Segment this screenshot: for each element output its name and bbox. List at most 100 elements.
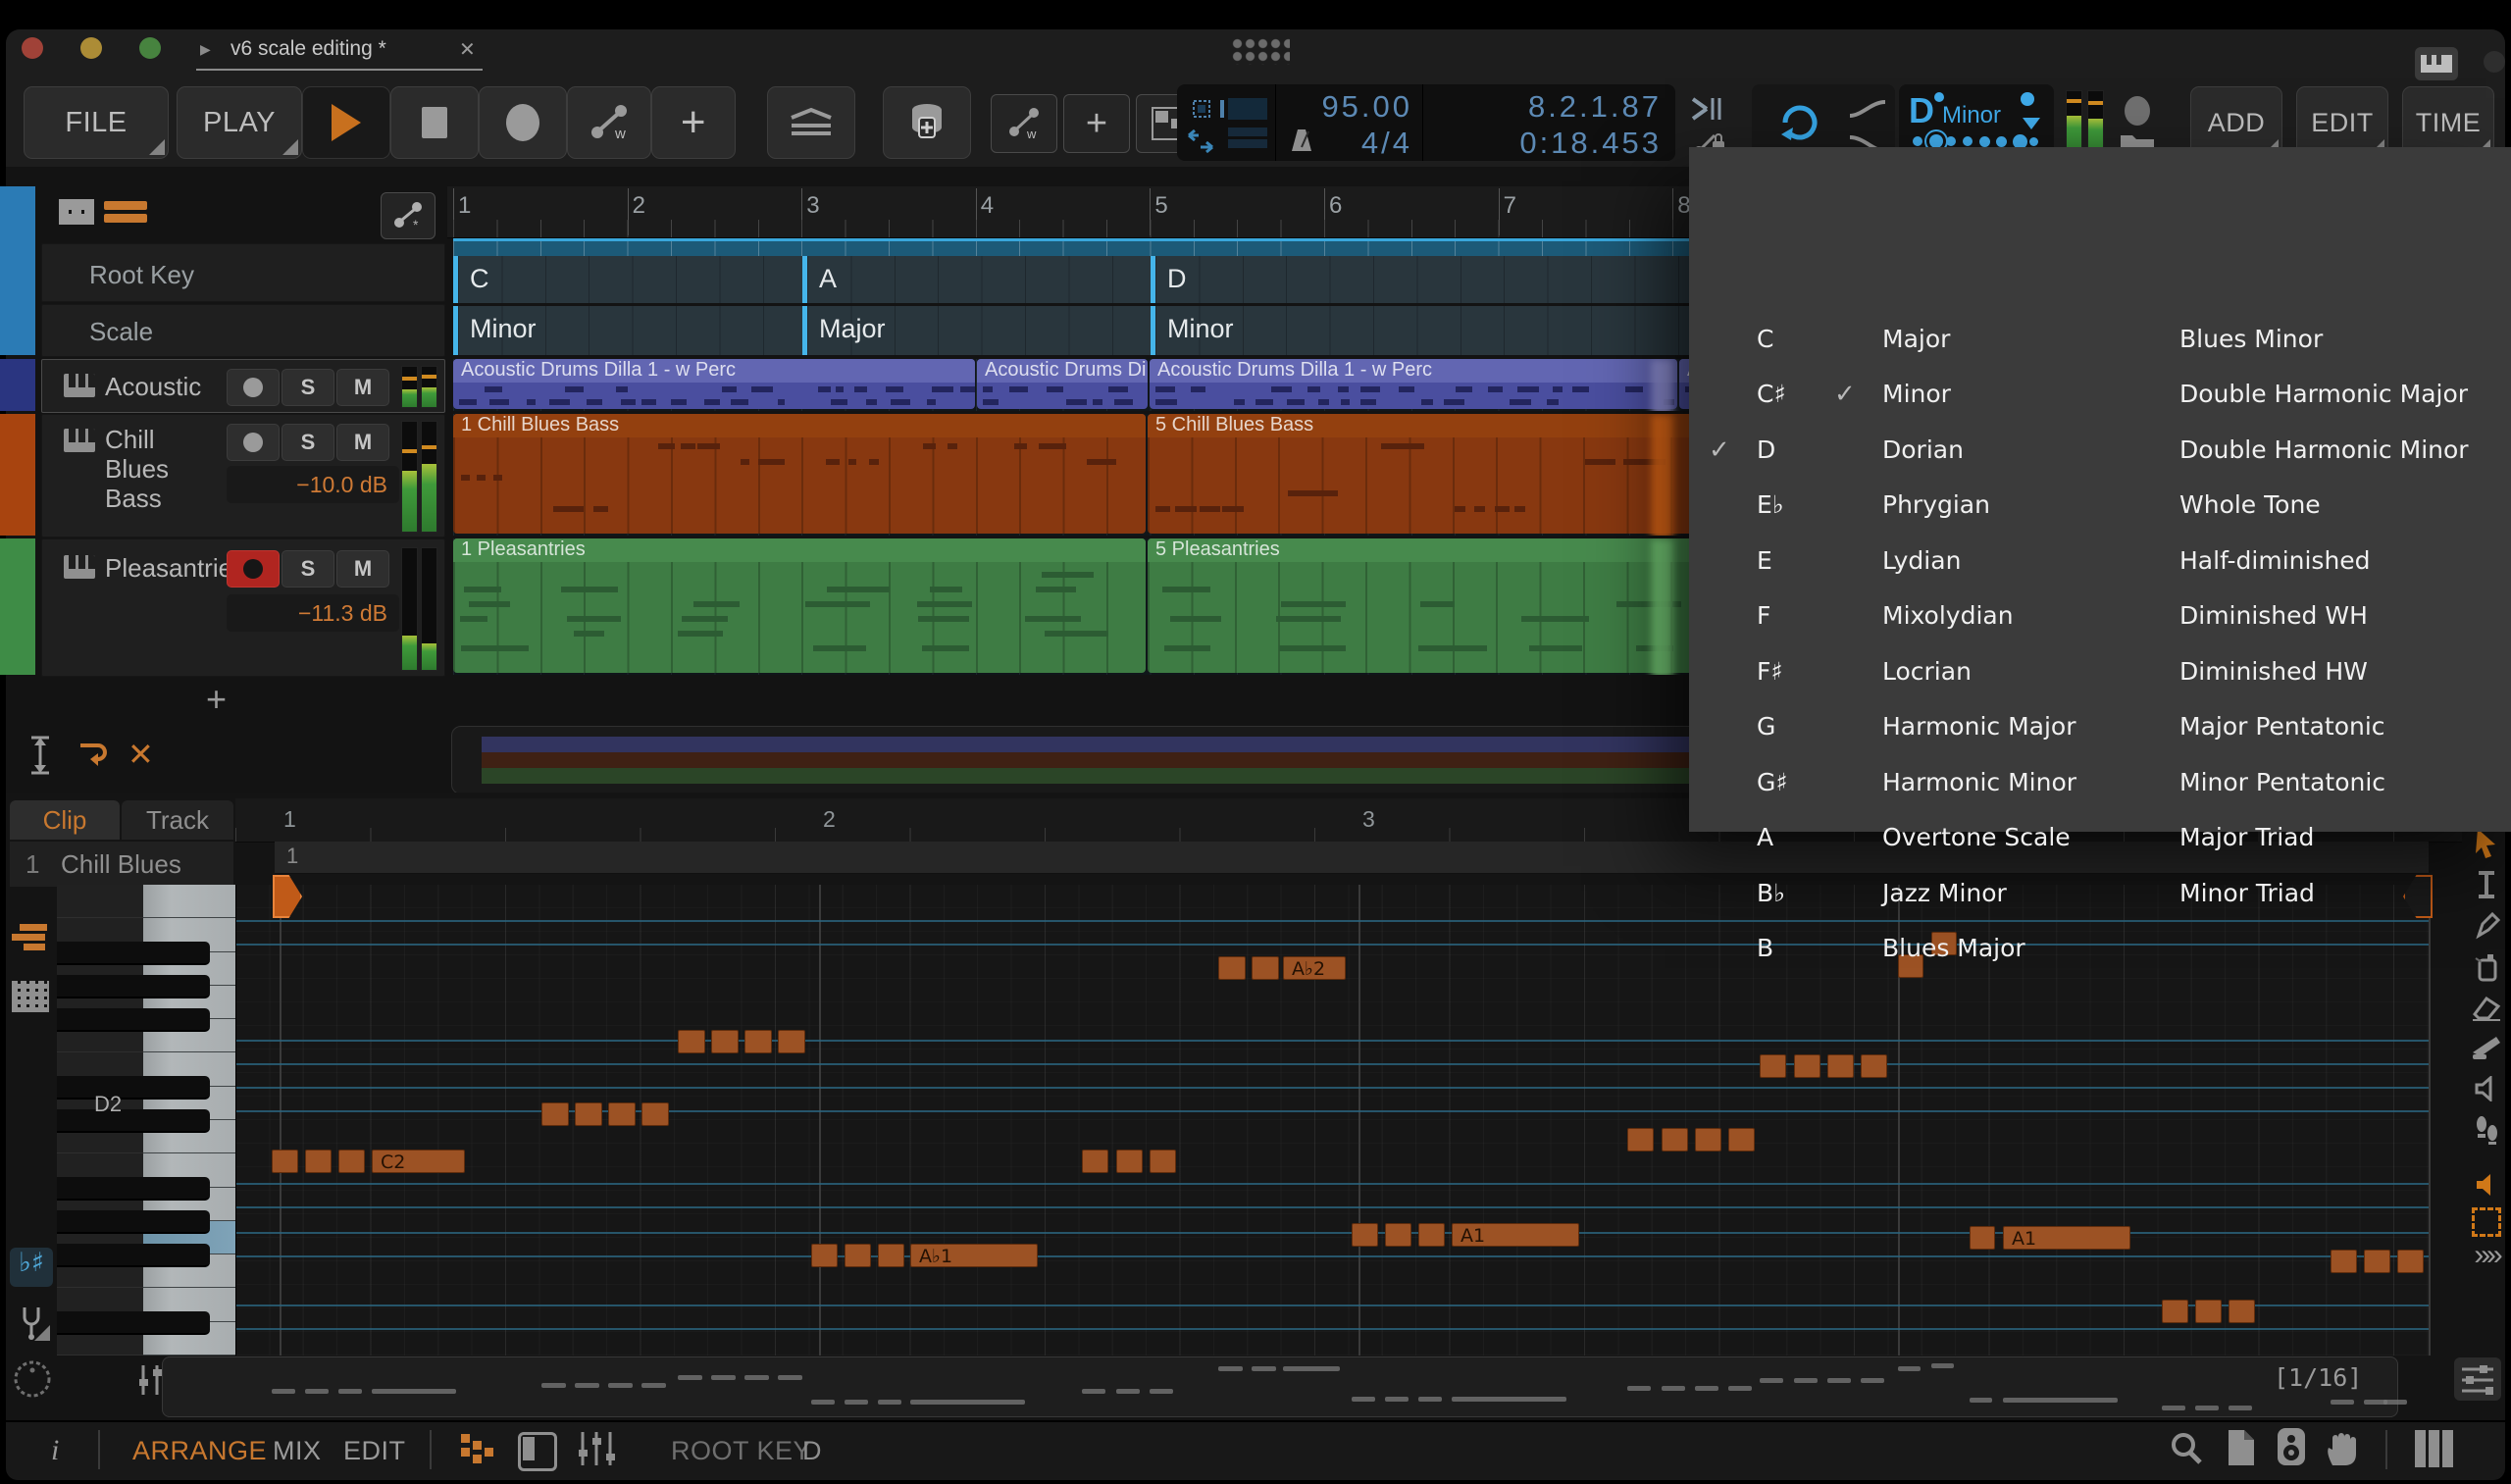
edit-view-button[interactable]: EDIT <box>343 1436 406 1466</box>
search-icon[interactable] <box>2168 1430 2205 1467</box>
tab-close-icon[interactable]: ✕ <box>459 37 476 62</box>
drum-grid-icon[interactable] <box>12 981 49 1012</box>
play-menu-button[interactable]: PLAY <box>177 86 302 159</box>
knife-tool-icon[interactable] <box>2464 1030 2509 1065</box>
scale-menu-scale-item[interactable]: Mixolydian <box>1832 588 2076 644</box>
mix-view-button[interactable]: MIX <box>273 1436 322 1466</box>
add-device-button[interactable]: + <box>651 86 736 159</box>
scale-menu-scale-item[interactable]: Minor Triad <box>2179 865 2469 921</box>
accidentals-toggle-icon[interactable]: ♭♯ <box>10 1248 53 1287</box>
mute-button[interactable]: M <box>336 369 389 406</box>
stop-button[interactable] <box>390 86 479 159</box>
automation-write-button[interactable]: w <box>567 86 651 159</box>
mute-button[interactable]: M <box>336 424 389 461</box>
spray-tool-icon[interactable] <box>2464 949 2509 985</box>
volume-field[interactable]: −10.0 dB <box>227 466 399 503</box>
scale-menu-key-item[interactable]: F <box>1707 588 1787 644</box>
solo-button[interactable]: S <box>282 424 334 461</box>
scale-menu-scale-item[interactable]: Overtone Scale <box>1832 810 2076 866</box>
volume-field[interactable]: −11.3 dB <box>227 594 399 632</box>
piano-keyboard-toggle-icon[interactable] <box>2415 1430 2458 1467</box>
audition-tool-icon[interactable] <box>2464 1071 2509 1106</box>
tab-clip[interactable]: Clip <box>10 800 120 840</box>
scale-menu-scale-item[interactable]: Lydian <box>1832 533 2076 588</box>
mixer-panel-toggle-icon[interactable] <box>575 1430 618 1467</box>
scale-menu-scale-item[interactable]: Dorian <box>1832 422 2076 478</box>
track-automation-button[interactable]: * <box>381 192 436 239</box>
scale-menu-scale-item[interactable]: Phrygian <box>1832 478 2076 534</box>
notes-view-icon[interactable] <box>12 922 51 955</box>
play-button[interactable] <box>302 86 390 159</box>
tempo-cell[interactable]: 95.00 4/4 <box>1276 84 1423 161</box>
editor-minimap[interactable] <box>162 1356 2398 1417</box>
scale-menu-scale-item[interactable]: Harmonic Major <box>1832 699 2076 755</box>
virtual-keyboard-icon[interactable] <box>2415 47 2458 80</box>
clip-launcher-toggle-icon[interactable] <box>461 1434 492 1463</box>
record-arm-button[interactable] <box>227 424 280 461</box>
record-arm-button[interactable] <box>227 550 280 588</box>
hand-tool-icon[interactable] <box>2323 1428 2362 1467</box>
clear-x-icon[interactable]: ✕ <box>128 736 154 773</box>
fade-in-icon[interactable] <box>1848 98 1887 120</box>
monitor-speaker-icon[interactable] <box>2274 1426 2309 1467</box>
add-track-toolbar-button[interactable]: + <box>1063 94 1130 153</box>
arrange-view-button[interactable]: ARRANGE <box>132 1436 267 1466</box>
scale-menu-scale-item[interactable]: Blues Major <box>1832 921 2076 977</box>
scale-menu-scale-item[interactable]: ✓Minor <box>1832 367 2076 423</box>
record-button[interactable] <box>479 86 567 159</box>
track-header-acoustic[interactable]: Acoustic S M <box>41 359 445 413</box>
scale-menu-scale-item[interactable]: Whole Tone <box>2179 478 2469 534</box>
device-panel-toggle-icon[interactable] <box>518 1432 557 1471</box>
scale-menu-scale-item[interactable]: Jazz Minor <box>1832 865 2076 921</box>
macos-close-button[interactable] <box>22 37 43 59</box>
scale-menu-scale-item[interactable]: Major Triad <box>2179 810 2469 866</box>
grid-view-icon[interactable] <box>59 199 94 225</box>
loop-toggle-icon[interactable] <box>1771 100 1828 145</box>
scale-menu-scale-item[interactable]: Minor Pentatonic <box>2179 754 2469 810</box>
browser-button[interactable] <box>883 86 971 159</box>
scale-menu-key-item[interactable]: ✓D <box>1707 422 1787 478</box>
eraser-tool-icon[interactable] <box>2464 991 2509 1026</box>
scale-menu-key-item[interactable]: E♭ <box>1707 478 1787 534</box>
scale-menu-scale-item[interactable]: Locrian <box>1832 643 2076 699</box>
scale-menu-scale-item[interactable]: Harmonic Minor <box>1832 754 2076 810</box>
tab-track[interactable]: Track <box>122 800 233 840</box>
add-track-button[interactable]: + <box>206 679 227 720</box>
position-cell[interactable]: 8.2.1.87 0:18.453 <box>1423 84 1675 161</box>
scale-menu-scale-item[interactable]: Double Harmonic Major <box>2179 367 2469 423</box>
list-view-icon[interactable] <box>104 201 147 223</box>
file-icon[interactable] <box>2225 1428 2258 1467</box>
layers-button[interactable] <box>767 86 855 159</box>
macos-minimize-button[interactable] <box>80 37 102 59</box>
scale-menu-key-item[interactable]: G <box>1707 699 1787 755</box>
info-icon[interactable]: i <box>51 1434 60 1467</box>
scale-menu-key-item[interactable]: C <box>1707 311 1787 367</box>
scale-menu-scale-item[interactable]: Major Pentatonic <box>2179 699 2469 755</box>
scale-menu-key-item[interactable]: B♭ <box>1707 865 1787 921</box>
expand-chevrons-icon[interactable]: »» <box>2464 1238 2509 1273</box>
scale-menu-scale-item[interactable]: Major <box>1832 311 2076 367</box>
scale-menu-scale-item[interactable]: Blues Minor <box>2179 311 2469 367</box>
scale-menu-scale-item[interactable]: Diminished WH <box>2179 588 2469 644</box>
project-tab-title[interactable]: v6 scale editing * <box>231 37 386 61</box>
pen-tool-icon[interactable] <box>2464 908 2509 944</box>
root-key-status-value[interactable]: D <box>802 1436 822 1466</box>
scale-track-header[interactable]: Scale <box>41 304 445 357</box>
solo-button[interactable]: S <box>282 550 334 588</box>
selection-frame-icon[interactable] <box>2464 1204 2509 1240</box>
track-height-icon[interactable] <box>27 736 53 775</box>
scale-menu-key-item[interactable]: C♯ <box>1707 367 1787 423</box>
mute-button[interactable]: M <box>336 550 389 588</box>
scale-menu-scale-item[interactable]: Double Harmonic Minor <box>2179 422 2469 478</box>
audible-toggle-icon[interactable] <box>2464 1167 2509 1203</box>
scale-menu-key-item[interactable]: B <box>1707 921 1787 977</box>
time-select-tool-icon[interactable] <box>2464 867 2509 902</box>
track-header-bass[interactable]: Chill Blues Bass S M −10.0 dB <box>41 414 445 537</box>
file-menu-button[interactable]: FILE <box>24 86 169 159</box>
track-header-pleasantries[interactable]: Pleasantries S M −11.3 dB <box>41 538 445 677</box>
return-arrow-icon[interactable] <box>77 740 110 771</box>
tuning-fork-icon[interactable] <box>10 1301 53 1344</box>
scale-menu-key-item[interactable]: F♯ <box>1707 643 1787 699</box>
scale-menu-key-item[interactable]: E <box>1707 533 1787 588</box>
midi-knob-icon[interactable] <box>12 1358 53 1400</box>
